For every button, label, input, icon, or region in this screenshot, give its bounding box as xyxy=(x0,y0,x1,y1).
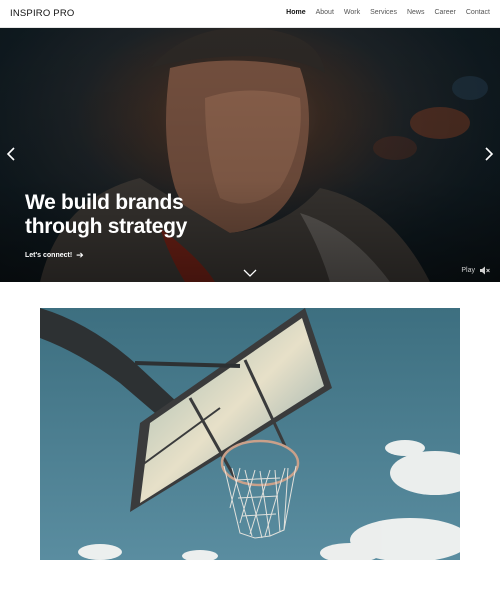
chevron-left-icon[interactable] xyxy=(4,146,20,162)
nav-item-services[interactable]: Services xyxy=(370,9,397,16)
play-label: Play xyxy=(461,267,475,274)
nav-item-news[interactable]: News xyxy=(407,9,425,16)
nav-item-contact[interactable]: Contact xyxy=(466,9,490,16)
hero-title-line2: through strategy xyxy=(25,215,188,238)
connect-link-label: Let's connect! xyxy=(25,252,73,259)
nav-item-home[interactable]: Home xyxy=(286,9,305,16)
nav-item-work[interactable]: Work xyxy=(344,9,360,16)
arrow-right-icon: ➔ xyxy=(76,250,84,260)
connect-link[interactable]: Let's connect! ➔ xyxy=(25,250,84,260)
nav-item-career[interactable]: Career xyxy=(434,9,455,16)
chevron-right-icon[interactable] xyxy=(480,146,496,162)
video-play-control[interactable]: Play xyxy=(461,266,490,275)
nav-item-about[interactable]: About xyxy=(316,9,334,16)
speaker-muted-icon[interactable] xyxy=(480,266,490,275)
chevron-down-icon[interactable] xyxy=(243,268,257,278)
basketball-hoop-photo xyxy=(40,308,460,560)
site-header: INSPIRO PRO Home About Work Services New… xyxy=(0,0,500,28)
main-nav: Home About Work Services News Career Con… xyxy=(286,9,490,16)
hero-overlay xyxy=(0,28,500,282)
hero-title-line1: We build brands xyxy=(25,191,184,214)
hero-slider: We build brands through strategy Let's c… xyxy=(0,28,500,282)
basketball-hoop-illustration xyxy=(40,308,460,560)
site-logo[interactable]: INSPIRO PRO xyxy=(10,8,75,19)
hero-title: We build brands through strategy xyxy=(25,191,285,239)
